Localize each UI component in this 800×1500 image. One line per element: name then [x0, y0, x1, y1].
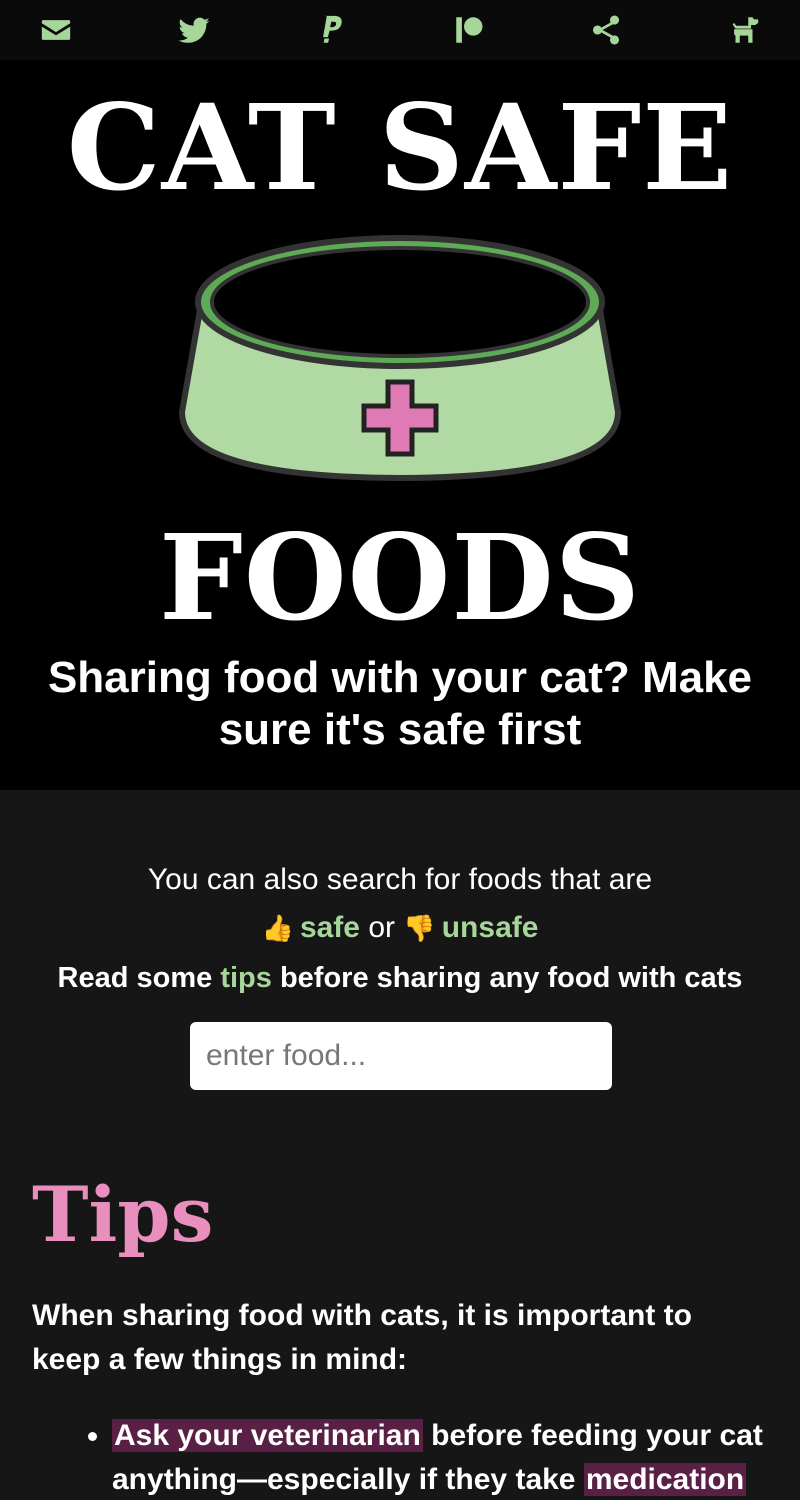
thumbs-up-icon: 👍 [261, 913, 294, 943]
search-intro-text: You can also search for foods that are [147, 863, 653, 896]
unsafe-link[interactable]: unsafe [442, 911, 539, 944]
or-text: or [368, 911, 396, 944]
main-content: You can also search for foods that are 👍… [0, 790, 800, 1500]
food-bowl-icon [178, 235, 622, 482]
paypal-icon[interactable] [313, 12, 349, 48]
tips-prefix: Read some [57, 962, 213, 994]
site-title-top: CAT SAFE [66, 78, 734, 217]
thumbs-down-icon: 👎 [403, 913, 436, 943]
safe-unsafe-links: 👍 safe or 👎 unsafe [0, 904, 800, 952]
top-nav [0, 0, 800, 60]
list-item: Ask your veterinarian before feeding you… [112, 1414, 770, 1500]
patreon-icon[interactable] [451, 12, 487, 48]
tips-list: Ask your veterinarian before feeding you… [80, 1414, 770, 1500]
tips-line: Read some tips before sharing any food w… [0, 962, 800, 995]
highlight-medication: medication [583, 1463, 747, 1496]
email-icon[interactable] [38, 12, 74, 48]
tagline: Sharing food with your cat? Make sure it… [47, 653, 753, 754]
search-intro: You can also search for foods that are 👍… [0, 856, 800, 952]
twitter-icon[interactable] [176, 12, 212, 48]
tips-suffix: before sharing any food with cats [279, 962, 743, 994]
dog-icon[interactable] [726, 12, 762, 48]
site-title-bottom: FOODS [159, 508, 641, 647]
highlight-vet: Ask your veterinarian [112, 1419, 423, 1452]
share-icon[interactable] [588, 12, 624, 48]
safe-link[interactable]: safe [300, 911, 360, 944]
tips-intro: When sharing food with cats, it is impor… [32, 1299, 692, 1376]
food-search-input[interactable] [190, 1022, 612, 1090]
tips-link[interactable]: tips [220, 962, 272, 994]
tips-heading: Tips [32, 1170, 214, 1259]
hero: CAT SAFE FOODS Sharing food with your ca… [0, 60, 800, 790]
